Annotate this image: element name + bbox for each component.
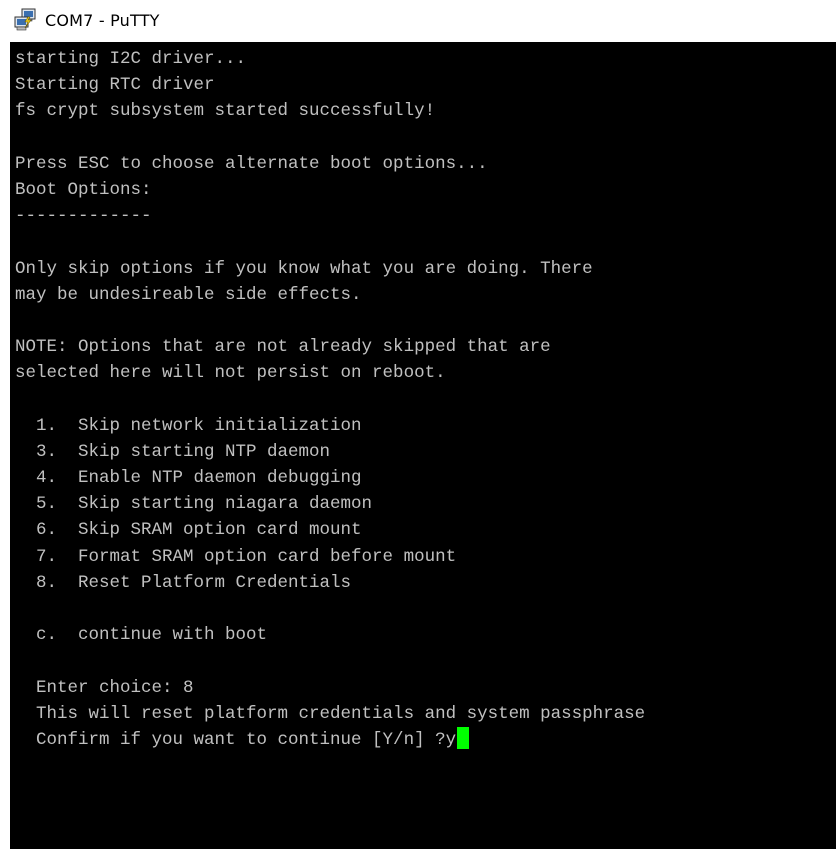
terminal-area[interactable]: starting I2C driver... Starting RTC drive… <box>10 42 836 849</box>
terminal-line-text: Only skip options if you know what you a… <box>15 258 593 279</box>
terminal-line-text: may be undesireable side effects. <box>15 284 362 305</box>
terminal-line: Press ESC to choose alternate boot optio… <box>15 151 645 177</box>
terminal-line-text: 4. Enable NTP daemon debugging <box>15 468 362 488</box>
terminal-line: 6. Skip SRAM option card mount <box>15 517 645 543</box>
terminal-line: starting I2C driver... <box>15 46 645 72</box>
terminal-line: c. continue with boot <box>15 622 645 648</box>
terminal-line-text: Enter choice: 8 <box>15 677 194 698</box>
terminal-line-text: Starting RTC driver <box>15 75 215 96</box>
terminal-line: fs crypt subsystem started successfully! <box>15 98 645 124</box>
terminal-line-text: 1. Skip network initialization <box>15 415 362 436</box>
terminal-line: Only skip options if you know what you a… <box>15 256 645 282</box>
terminal-line: Boot Options: <box>15 177 645 203</box>
putty-computers-icon <box>13 8 37 32</box>
terminal-line: 5. Skip starting niagara daemon <box>15 491 645 517</box>
terminal-line: 1. Skip network initialization <box>15 413 645 439</box>
putty-window: COM7 - PuTTY starting I2C driver... Start… <box>0 0 836 849</box>
terminal-line-text: c. continue with boot <box>15 625 268 646</box>
terminal-line: 7. Format SRAM option card before mount <box>15 544 645 570</box>
terminal-line: 4. Enable NTP daemon debugging <box>15 465 645 491</box>
terminal-line: Confirm if you want to continue [Y/n] ?y <box>15 726 645 753</box>
terminal-line-text: 3. Skip starting NTP daemon <box>15 441 331 462</box>
terminal-line-text: selected here will not persist on reboot… <box>15 363 446 384</box>
text-cursor <box>457 726 470 749</box>
window-title: COM7 - PuTTY <box>45 10 160 30</box>
terminal-line: 8. Reset Platform Credentials <box>15 570 645 596</box>
terminal-line: 3. Skip starting NTP daemon <box>15 439 645 465</box>
terminal-line: This will reset platform credentials and… <box>15 701 645 727</box>
terminal-line-text: 6. Skip SRAM option card mount <box>15 520 362 541</box>
terminal-line-text: ------------- <box>15 206 152 227</box>
terminal-line: selected here will not persist on reboot… <box>15 360 645 386</box>
terminal-line-text: 5. Skip starting niagara daemon <box>15 494 373 515</box>
terminal-line-text: NOTE: Options that are not already skipp… <box>15 337 551 358</box>
title-bar[interactable]: COM7 - PuTTY <box>0 0 836 40</box>
terminal-line: NOTE: Options that are not already skipp… <box>15 334 645 360</box>
terminal-line: ------------- <box>15 203 645 229</box>
terminal-line-text: Press ESC to choose alternate boot optio… <box>15 153 488 174</box>
terminal-screen[interactable]: starting I2C driver... Starting RTC drive… <box>15 46 645 753</box>
terminal-line-text: 7. Format SRAM option card before mount <box>15 546 457 567</box>
terminal-line-text: Confirm if you want to continue [Y/n] ?y <box>15 729 457 750</box>
terminal-line-text: starting I2C driver... <box>15 49 247 69</box>
terminal-line-text: Boot Options: <box>15 179 152 200</box>
terminal-line-text: fs crypt subsystem started successfully! <box>15 101 436 122</box>
terminal-line-text: 8. Reset Platform Credentials <box>15 572 352 593</box>
terminal-line: Starting RTC driver <box>15 72 645 98</box>
terminal-line-text: This will reset platform credentials and… <box>15 703 646 724</box>
terminal-line: may be undesireable side effects. <box>15 282 645 308</box>
terminal-line: Enter choice: 8 <box>15 675 645 701</box>
